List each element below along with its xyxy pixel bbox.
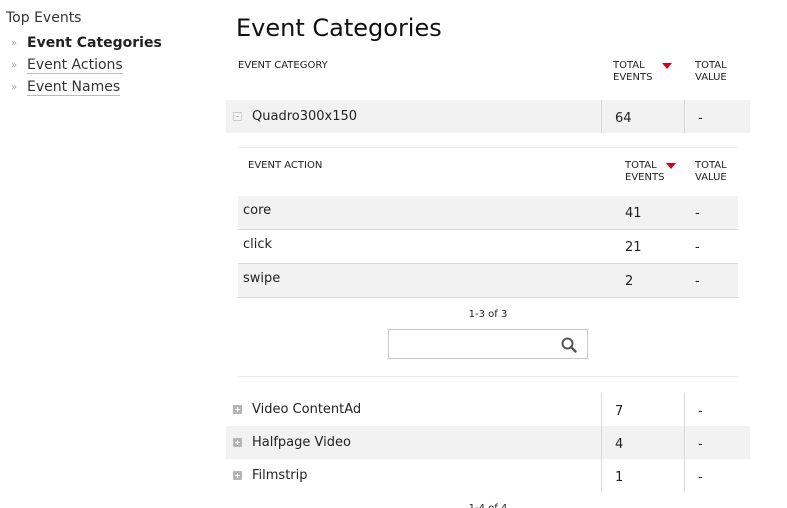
table-row[interactable]: Video ContentAd 7 - [226, 393, 750, 426]
expand-icon[interactable] [233, 471, 242, 480]
column-header-event-action[interactable]: EVENT ACTION [238, 160, 625, 196]
category-cell: Filmstrip [226, 459, 601, 492]
chevron-double-right-icon: » [11, 37, 18, 49]
column-header-total-value[interactable]: TOTAL VALUE [695, 160, 738, 196]
category-label[interactable]: Filmstrip [252, 468, 308, 483]
sidebar-list: » Event Categories » Event Actions » Eve… [6, 32, 216, 98]
collapse-icon[interactable] [233, 112, 242, 121]
subtable-header: EVENT ACTION TOTAL EVENTS TOTAL VALUE [238, 148, 738, 196]
sidebar-item-label[interactable]: Event Actions [27, 57, 123, 74]
expand-icon[interactable] [233, 438, 242, 447]
total-events-cell: 64 [601, 100, 684, 133]
subtable-row[interactable]: swipe 2 - [238, 264, 738, 298]
total-events-cell: 2 [625, 274, 634, 289]
total-value-cell: - [684, 459, 750, 492]
column-header-text: TOTAL [695, 160, 727, 171]
sidebar: Top Events » Event Categories » Event Ac… [6, 9, 216, 98]
sidebar-item-event-actions[interactable]: » Event Actions [6, 54, 216, 76]
column-header-total-value[interactable]: TOTAL VALUE [684, 60, 750, 100]
column-header-text: TOTAL [613, 60, 645, 71]
column-header-event-category[interactable]: EVENT CATEGORY [226, 60, 601, 100]
search-icon[interactable] [561, 337, 577, 353]
expand-icon[interactable] [233, 405, 242, 414]
chevron-double-right-icon: » [11, 81, 18, 93]
table-header: EVENT CATEGORY TOTAL EVENTS TOTAL VALUE [226, 60, 750, 100]
search-input[interactable] [389, 330, 549, 358]
column-header-text: VALUE [695, 72, 727, 83]
category-label[interactable]: Quadro300x150 [252, 109, 357, 124]
total-events-cell: 7 [601, 393, 684, 426]
sidebar-item-event-names[interactable]: » Event Names [6, 76, 216, 98]
total-events-cell: 4 [601, 426, 684, 459]
total-value-cell: - [684, 100, 750, 133]
total-value-cell: - [684, 426, 750, 459]
table-row[interactable]: Halfpage Video 4 - [226, 426, 750, 459]
page-title: Event Categories [236, 14, 442, 42]
subtable-pagination: 1-3 of 3 [468, 309, 508, 320]
category-label[interactable]: Halfpage Video [252, 435, 351, 450]
sort-descending-icon [662, 63, 672, 69]
total-events-cell: 1 [601, 459, 684, 492]
total-value-cell: - [695, 240, 700, 255]
subtable-row[interactable]: click 21 - [238, 230, 738, 264]
sidebar-item-label: Event Categories [27, 35, 162, 51]
column-header-text: VALUE [695, 172, 727, 183]
chevron-double-right-icon: » [11, 59, 18, 71]
action-cell: click [243, 237, 273, 252]
column-header-text: TOTAL [695, 60, 727, 71]
column-header-text: EVENTS [625, 172, 665, 183]
table-body-collapsed-rows: Video ContentAd 7 - Halfpage Video 4 - F… [226, 393, 750, 492]
column-header-total-events[interactable]: TOTAL EVENTS [625, 160, 695, 196]
table-row[interactable]: Quadro300x150 64 - [226, 100, 750, 133]
total-value-cell: - [695, 274, 700, 289]
action-cell: core [243, 203, 272, 218]
sidebar-title: Top Events [6, 10, 82, 26]
action-cell: swipe [243, 271, 281, 286]
subtable-divider [238, 376, 738, 377]
column-header-total-events[interactable]: TOTAL EVENTS [601, 60, 684, 100]
column-header-text: EVENTS [613, 72, 653, 83]
sort-descending-icon [666, 163, 676, 169]
total-value-cell: - [684, 393, 750, 426]
category-cell: Halfpage Video [226, 426, 601, 459]
subtable-event-actions: EVENT ACTION TOTAL EVENTS TOTAL VALUE co… [238, 147, 738, 359]
category-cell: Quadro300x150 [226, 100, 601, 133]
total-events-cell: 41 [625, 206, 642, 221]
subtable-search[interactable] [388, 329, 588, 359]
main-content: Event Categories EVENT CATEGORY TOTAL EV… [226, 0, 750, 508]
subtable-row[interactable]: core 41 - [238, 196, 738, 230]
table-pagination: 1-4 of 4 [226, 503, 750, 508]
column-header-text: TOTAL [625, 160, 657, 171]
sidebar-item-event-categories[interactable]: » Event Categories [6, 32, 216, 54]
category-label[interactable]: Video ContentAd [252, 402, 361, 417]
table-row[interactable]: Filmstrip 1 - [226, 459, 750, 492]
sidebar-item-label[interactable]: Event Names [27, 79, 121, 96]
total-value-cell: - [695, 206, 700, 221]
total-events-cell: 21 [625, 240, 642, 255]
category-cell: Video ContentAd [226, 393, 601, 426]
